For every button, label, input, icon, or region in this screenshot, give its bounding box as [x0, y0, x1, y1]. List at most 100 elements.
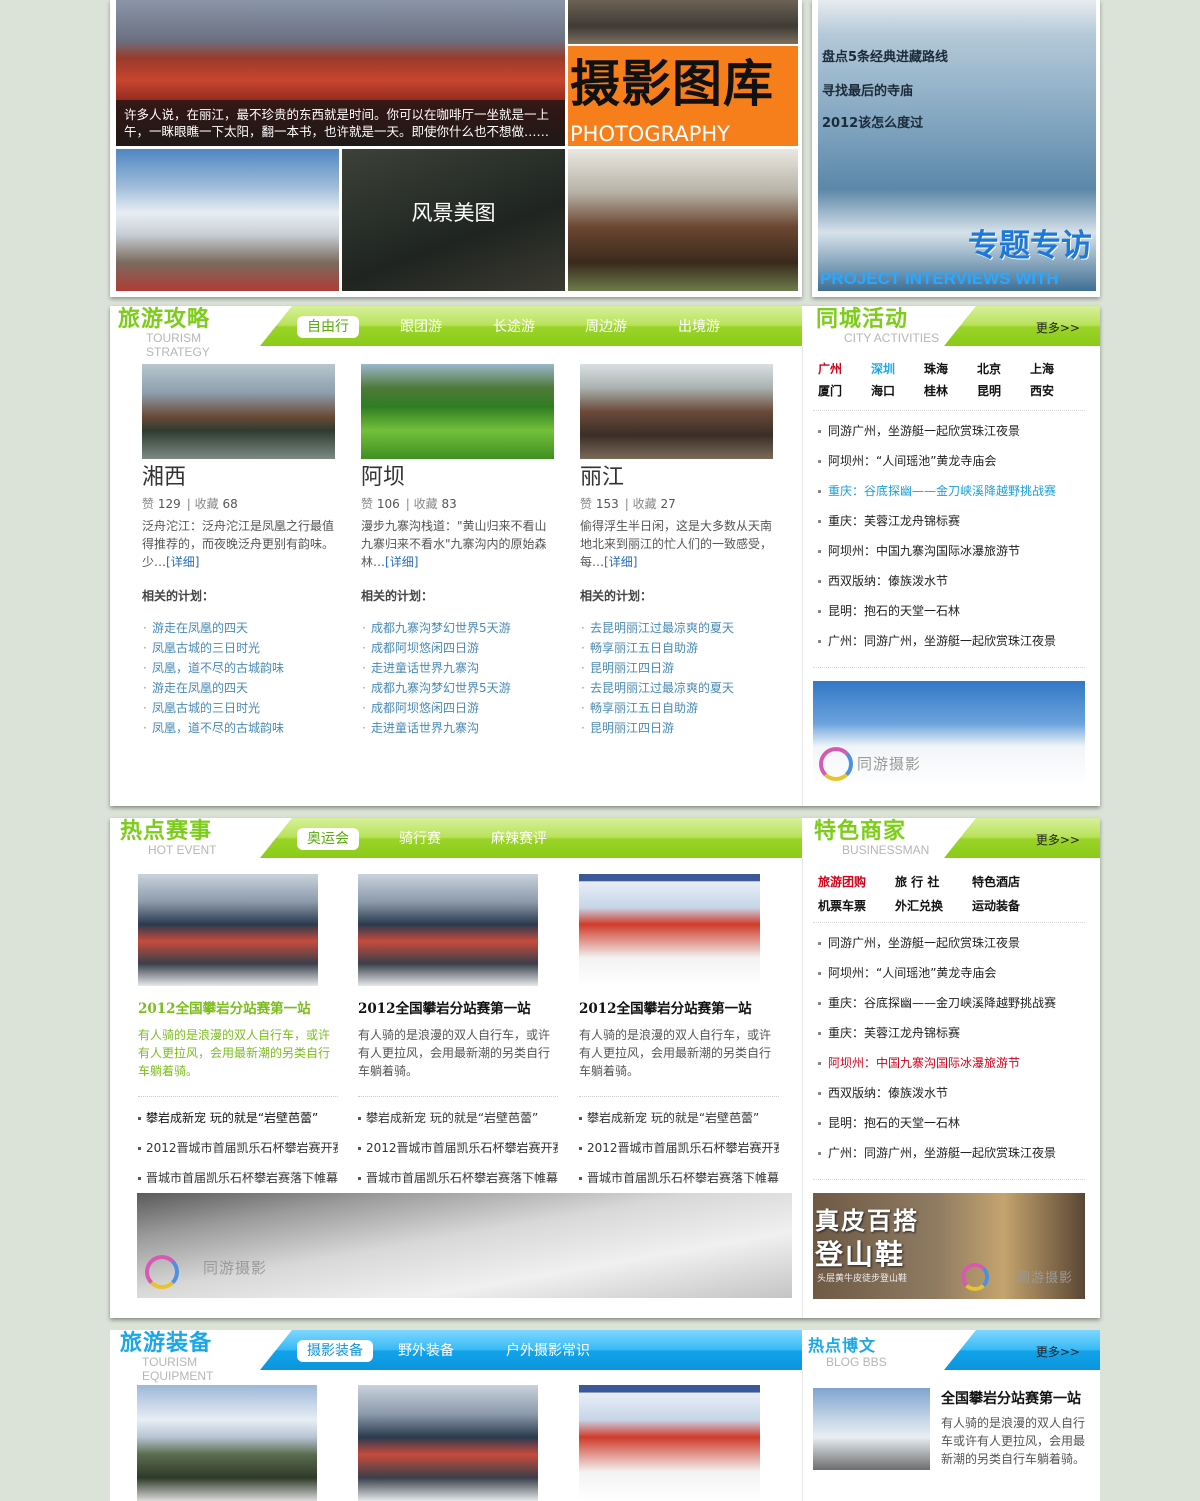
plan-link[interactable]: 凤凰古城的三日时光	[142, 638, 337, 658]
category-hotel[interactable]: 特色酒店	[972, 870, 1042, 894]
equipment-photo-group[interactable]	[358, 1385, 538, 1501]
plan-link[interactable]: 畅享丽江五日自助游	[580, 638, 775, 658]
plan-link[interactable]: 成都九寨沟梦幻世界5天游	[361, 678, 556, 698]
activity-link[interactable]: 重庆：谷底探幽——金刀峡溪降越野挑战赛	[818, 476, 1088, 506]
event-news-link[interactable]: 2012晋城市首届凯乐石杯攀岩赛开赛	[579, 1133, 779, 1163]
activity-link[interactable]: 重庆：芙蓉江龙舟锦标赛	[818, 506, 1088, 536]
photography-atlas-banner[interactable]: 摄影图库 PHOTOGRAPHY ATLAS	[568, 46, 798, 146]
like-label[interactable]: 赞	[580, 497, 592, 511]
city-beijing[interactable]: 北京	[977, 358, 1023, 380]
tab-long-trip[interactable]: 长途游	[493, 316, 535, 338]
plan-link[interactable]: 成都阿坝悠闲四日游	[361, 638, 556, 658]
city-more-link[interactable]: 更多>>	[1036, 319, 1080, 336]
plan-link[interactable]: 游走在凤凰的四天	[142, 678, 337, 698]
tab-olympics[interactable]: 奥运会	[297, 828, 359, 850]
event-title-link[interactable]: 2012全国攀岩分站赛第一站	[138, 1000, 338, 1018]
xiangxi-photo[interactable]	[142, 364, 335, 459]
tab-outdoor-gear[interactable]: 野外装备	[398, 1340, 454, 1362]
equipment-photo-skier[interactable]	[137, 1385, 317, 1501]
activity-link[interactable]: 昆明：抱石的天堂一石林	[818, 596, 1088, 626]
event-news-link[interactable]: 晋城市首届凯乐石杯攀岩赛落下帷幕	[579, 1163, 779, 1193]
plan-link[interactable]: 凤凰古城的三日时光	[142, 698, 337, 718]
ski-slope-banner[interactable]: 同游摄影	[137, 1193, 792, 1298]
special-topic-banner[interactable]: 盘点5条经典进藏路线 寻找最后的寺庙 2012该怎么度过 专题专访 PROJEC…	[812, 0, 1100, 297]
tab-spicy-review[interactable]: 麻辣赛评	[491, 828, 547, 850]
category-sports-gear[interactable]: 运动装备	[972, 894, 1042, 918]
plan-link[interactable]: 去昆明丽江过最凉爽的夏天	[580, 678, 775, 698]
activity-link[interactable]: 广州：同游广州，坐游艇一起欣赏珠江夜景	[818, 626, 1088, 656]
plan-link[interactable]: 走进童话世界九寨沟	[361, 658, 556, 678]
lijiang-photo[interactable]	[580, 364, 773, 459]
blog-post-photo[interactable]	[813, 1388, 930, 1470]
city-kunming[interactable]: 昆明	[977, 380, 1023, 402]
city-shanghai[interactable]: 上海	[1030, 358, 1076, 380]
plan-link[interactable]: 畅享丽江五日自助游	[580, 698, 775, 718]
event-news-link[interactable]: 攀岩成新宠 玩的就是“岩壁芭蕾”	[358, 1103, 558, 1133]
tab-group-tour[interactable]: 跟团游	[400, 316, 442, 338]
activity-link[interactable]: 西双版纳：傣族泼水节	[818, 566, 1088, 596]
event-news-link[interactable]: 2012晋城市首届凯乐石杯攀岩赛开赛	[138, 1133, 338, 1163]
ski-group-ad[interactable]: 同游摄影	[813, 681, 1085, 787]
plan-link[interactable]: 成都阿坝悠闲四日游	[361, 698, 556, 718]
business-link[interactable]: 昆明：抱石的天堂一石林	[818, 1108, 1088, 1138]
event-news-link[interactable]: 晋城市首届凯乐石杯攀岩赛落下帷幕	[358, 1163, 558, 1193]
fav-label[interactable]: 收藏	[633, 497, 657, 511]
city-guangzhou[interactable]: 广州	[818, 358, 864, 380]
hiking-shoe-ad[interactable]: 真皮百搭 登山鞋 头层黄牛皮徒步登山鞋 同游摄影	[813, 1193, 1085, 1299]
plan-link[interactable]: 昆明丽江四日游	[580, 658, 775, 678]
event-photo[interactable]	[579, 874, 760, 986]
plan-link[interactable]: 凤凰，道不尽的古城韵味	[142, 718, 337, 738]
tab-photo-tips[interactable]: 户外摄影常识	[506, 1340, 590, 1362]
tab-photo-gear[interactable]: 摄影装备	[297, 1340, 373, 1362]
plan-link[interactable]: 去昆明丽江过最凉爽的夏天	[580, 618, 775, 638]
city-xian[interactable]: 西安	[1030, 380, 1076, 402]
destination-name[interactable]: 丽江	[580, 463, 775, 493]
activity-link[interactable]: 同游广州，坐游艇一起欣赏珠江夜景	[818, 416, 1088, 446]
aba-photo[interactable]	[361, 364, 554, 459]
blog-more-link[interactable]: 更多>>	[1036, 1343, 1080, 1360]
plan-link[interactable]: 昆明丽江四日游	[580, 718, 775, 738]
fav-label[interactable]: 收藏	[195, 497, 219, 511]
event-title-link[interactable]: 2012全国攀岩分站赛第一站	[358, 1000, 558, 1018]
detail-link[interactable]: [详细]	[385, 555, 418, 569]
plan-link[interactable]: 凤凰，道不尽的古城韵味	[142, 658, 337, 678]
business-link[interactable]: 重庆：谷底探幽——金刀峡溪降越野挑战赛	[818, 988, 1088, 1018]
tab-abroad-trip[interactable]: 出境游	[678, 316, 720, 338]
event-photo[interactable]	[358, 874, 538, 986]
category-group-buy[interactable]: 旅游团购	[818, 870, 888, 894]
event-news-link[interactable]: 攀岩成新宠 玩的就是“岩壁芭蕾”	[138, 1103, 338, 1133]
city-xiamen[interactable]: 厦门	[818, 380, 864, 402]
business-more-link[interactable]: 更多>>	[1036, 831, 1080, 848]
snow-mountain-photo[interactable]	[116, 149, 339, 291]
destination-name[interactable]: 阿坝	[361, 463, 556, 493]
category-tickets[interactable]: 机票车票	[818, 894, 888, 918]
tab-nearby-trip[interactable]: 周边游	[585, 316, 627, 338]
scenery-photo-link[interactable]: 风景美图	[342, 149, 565, 291]
business-link[interactable]: 阿坝州：中国九寨沟国际冰瀑旅游节	[818, 1048, 1088, 1078]
plan-link[interactable]: 成都九寨沟梦幻世界5天游	[361, 618, 556, 638]
equipment-photo-profile[interactable]	[579, 1385, 760, 1501]
old-town-roofs-photo[interactable]	[568, 0, 798, 44]
event-news-link[interactable]: 晋城市首届凯乐石杯攀岩赛落下帷幕	[138, 1163, 338, 1193]
activity-link[interactable]: 阿坝州：“人间瑶池”黄龙寺庙会	[818, 446, 1088, 476]
wooden-house-photo[interactable]	[568, 149, 798, 291]
fav-label[interactable]: 收藏	[414, 497, 438, 511]
plan-link[interactable]: 走进童话世界九寨沟	[361, 718, 556, 738]
city-haikou[interactable]: 海口	[871, 380, 917, 402]
category-travel-agency[interactable]: 旅 行 社	[895, 870, 965, 894]
tab-free-travel[interactable]: 自由行	[297, 316, 359, 338]
event-news-link[interactable]: 攀岩成新宠 玩的就是“岩壁芭蕾”	[579, 1103, 779, 1133]
category-exchange[interactable]: 外汇兑换	[895, 894, 965, 918]
like-label[interactable]: 赞	[142, 497, 154, 511]
activity-link[interactable]: 阿坝州：中国九寨沟国际冰瀑旅游节	[818, 536, 1088, 566]
blog-post-title[interactable]: 全国攀岩分站赛第一站	[941, 1388, 1081, 1408]
event-title-link[interactable]: 2012全国攀岩分站赛第一站	[579, 1000, 779, 1018]
tab-cycling[interactable]: 骑行赛	[399, 828, 441, 850]
detail-link[interactable]: [详细]	[604, 555, 637, 569]
business-link[interactable]: 同游广州，坐游艇一起欣赏珠江夜景	[818, 928, 1088, 958]
business-link[interactable]: 西双版纳：傣族泼水节	[818, 1078, 1088, 1108]
city-guilin[interactable]: 桂林	[924, 380, 970, 402]
like-label[interactable]: 赞	[361, 497, 373, 511]
city-zhuhai[interactable]: 珠海	[924, 358, 970, 380]
event-photo[interactable]	[138, 874, 318, 986]
